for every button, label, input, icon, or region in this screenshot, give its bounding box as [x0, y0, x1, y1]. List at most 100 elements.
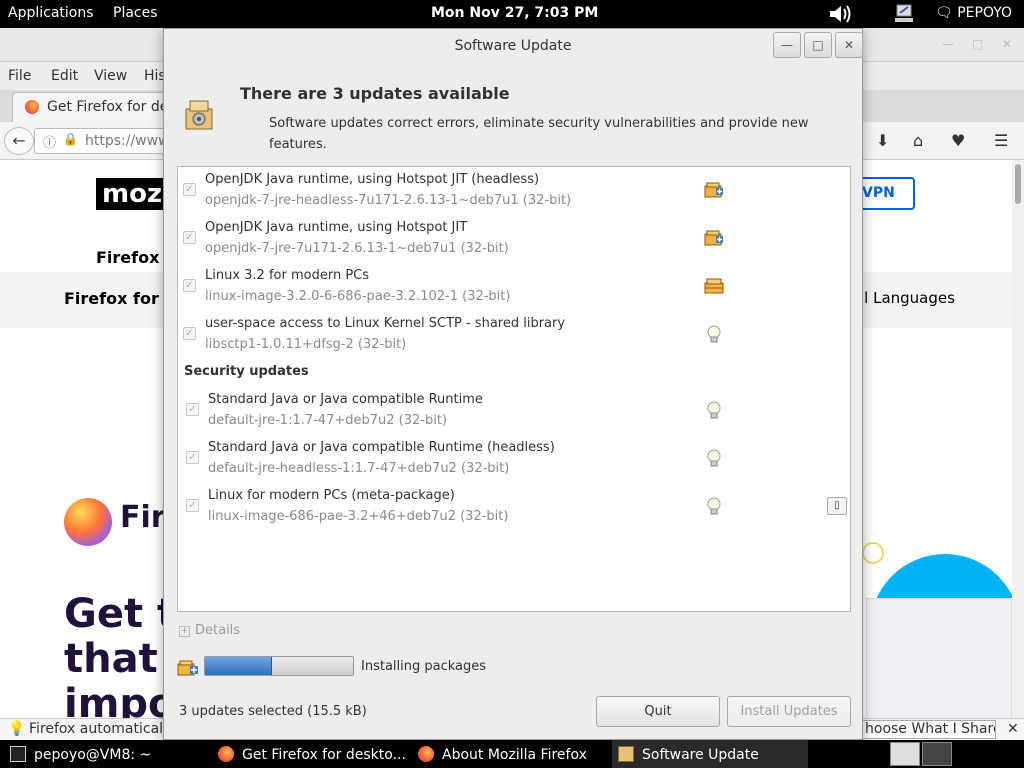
taskbar-label: Get Firefox for deskto... — [242, 747, 406, 763]
update-package: libsctp1-1.0.11+dfsg-2 (32-bit) — [205, 337, 407, 352]
update-package: default-jre-headless-1:1.7-47+deb7u2 (32… — [208, 461, 510, 476]
close-icon[interactable]: ✕ — [1002, 37, 1012, 51]
page-scrollbar[interactable] — [1012, 160, 1024, 740]
dialog-title: Software Update — [454, 38, 572, 54]
lightbulb-icon — [707, 401, 721, 419]
volume-icon[interactable] — [828, 3, 854, 25]
update-info-button[interactable]: ▯ — [827, 497, 847, 515]
security-updates-heading: Security updates — [184, 364, 309, 379]
home-icon[interactable]: ⌂ — [913, 131, 923, 150]
package-icon — [704, 278, 724, 294]
selection-summary: 3 updates selected (15.5 kB) — [179, 704, 367, 719]
pocket-icon[interactable]: ♥ — [951, 131, 965, 150]
taskbar-item-about-firefox[interactable]: About Mozilla Firefox — [412, 740, 608, 768]
lightbulb-icon — [707, 497, 721, 515]
lightbulb-icon — [707, 325, 721, 343]
install-progress-bar — [204, 656, 354, 676]
scrollbar-thumb[interactable] — [1015, 164, 1021, 204]
update-package: openjdk-7-jre-headless-7u171-2.6.13-1~de… — [205, 193, 572, 208]
notification-icon: 💡 — [8, 721, 26, 737]
update-checkbox[interactable]: ✓ — [186, 499, 199, 512]
hamburger-menu-icon[interactable]: ☰ — [994, 131, 1008, 150]
update-package: default-jre-1:1.7-47+deb7u2 (32-bit) — [208, 413, 447, 428]
lightbulb-icon — [707, 449, 721, 467]
user-name: PEPOYO — [957, 5, 1013, 21]
hero-screenshot — [866, 598, 1012, 718]
lock-icon: 🔒 — [63, 132, 78, 146]
taskbar-item-software-update[interactable]: Software Update — [612, 740, 808, 768]
update-package: linux-image-3.2.0-6-686-pae-3.2.102-1 (3… — [205, 289, 511, 304]
software-update-icon — [618, 746, 634, 762]
updates-list: ✓ OpenJDK Java runtime, using Hotspot JI… — [177, 166, 851, 612]
package-add-icon — [704, 230, 723, 246]
user-menu[interactable]: 🗨 PEPOYO — [935, 5, 1012, 21]
updates-heading: There are 3 updates available — [240, 84, 510, 103]
workspace-switcher-1[interactable] — [890, 742, 920, 766]
update-checkbox[interactable]: ✓ — [186, 403, 199, 416]
list-item[interactable]: ✓ OpenJDK Java runtime, using Hotspot JI… — [178, 215, 850, 263]
taskbar-label: Software Update — [642, 747, 759, 763]
install-updates-button[interactable]: Install Updates — [727, 696, 851, 727]
taskbar-item-firefox[interactable]: Get Firefox for deskto... — [212, 740, 408, 768]
update-name: OpenJDK Java runtime, using Hotspot JIT — [205, 220, 468, 235]
software-update-dialog: Software Update — □ ✕ There are 3 update… — [163, 28, 863, 740]
places-menu[interactable]: Places — [113, 5, 158, 21]
expand-icon: + — [179, 626, 190, 637]
back-button[interactable]: ← — [4, 127, 34, 155]
menu-edit[interactable]: Edit — [51, 68, 78, 84]
chat-icon: 🗨 — [935, 5, 953, 21]
update-package: linux-image-686-pae-3.2+46+deb7u2 (32-bi… — [208, 509, 509, 524]
minimize-icon[interactable]: — — [942, 37, 954, 51]
close-button[interactable]: ✕ — [835, 32, 863, 58]
workspace-switcher-2[interactable] — [922, 742, 952, 766]
info-icon[interactable]: ⓘ — [43, 132, 56, 151]
notification-text: Firefox automatically — [29, 721, 176, 737]
firefox-for-desktop-label: Firefox for D — [64, 289, 178, 308]
firefox-icon — [418, 746, 434, 762]
package-add-icon — [704, 182, 723, 198]
download-icon[interactable]: ⬇ — [876, 131, 889, 150]
decorative-ring — [862, 542, 884, 564]
maximize-icon[interactable]: □ — [972, 37, 983, 51]
network-icon[interactable] — [893, 3, 915, 25]
list-item[interactable]: ✓ OpenJDK Java runtime, using Hotspot JI… — [178, 167, 850, 215]
update-package: openjdk-7-jre-7u171-2.6.13-1~deb7u1 (32-… — [205, 241, 509, 256]
list-item[interactable]: ✓ user-space access to Linux Kernel SCTP… — [178, 311, 850, 359]
url-bar[interactable]: ⓘ 🔒 https://www — [34, 128, 174, 154]
taskbar-label: About Mozilla Firefox — [442, 747, 587, 763]
tab-get-firefox[interactable]: Get Firefox for de — [12, 92, 172, 122]
details-expander[interactable]: + Details — [179, 623, 240, 638]
updates-description: Software updates correct errors, elimina… — [269, 116, 809, 152]
mozilla-logo[interactable]: moz — [96, 178, 166, 210]
software-update-icon — [185, 100, 213, 130]
tab-title: Get Firefox for de — [47, 99, 169, 115]
update-name: user-space access to Linux Kernel SCTP -… — [205, 316, 566, 331]
update-checkbox[interactable]: ✓ — [183, 231, 196, 244]
list-item[interactable]: ✓ Linux for modern PCs (meta-package) li… — [178, 483, 850, 531]
update-checkbox[interactable]: ✓ — [183, 327, 196, 340]
terminal-icon — [10, 746, 26, 762]
all-languages-link[interactable]: ll Languages — [860, 289, 955, 307]
update-name: Linux for modern PCs (meta-package) — [208, 488, 455, 503]
applications-menu[interactable]: Applications — [8, 5, 94, 21]
firefox-icon — [25, 100, 39, 114]
update-checkbox[interactable]: ✓ — [183, 279, 196, 292]
clock[interactable]: Mon Nov 27, 7:03 PM — [431, 5, 598, 21]
close-icon[interactable]: ✕ — [1007, 721, 1019, 737]
menu-view[interactable]: View — [94, 68, 127, 84]
firefox-icon — [218, 746, 234, 762]
choose-what-i-share-button[interactable]: hoose What I Share — [862, 720, 996, 739]
update-checkbox[interactable]: ✓ — [186, 451, 199, 464]
taskbar-item-terminal[interactable]: pepoyo@VM8: ~ — [10, 740, 200, 768]
list-item[interactable]: ✓ Standard Java or Java compatible Runti… — [178, 435, 850, 483]
progress-label: Installing packages — [361, 659, 487, 674]
menu-file[interactable]: File — [8, 68, 31, 84]
quit-button[interactable]: Quit — [596, 696, 720, 727]
minimize-button[interactable]: — — [773, 32, 801, 58]
taskbar: pepoyo@VM8: ~ Get Firefox for deskto... … — [0, 740, 1024, 768]
update-name: Standard Java or Java compatible Runtime… — [208, 440, 555, 455]
list-item[interactable]: ✓ Linux 3.2 for modern PCs linux-image-3… — [178, 263, 850, 311]
maximize-button[interactable]: □ — [804, 32, 832, 58]
update-checkbox[interactable]: ✓ — [183, 183, 196, 196]
list-item[interactable]: ✓ Standard Java or Java compatible Runti… — [178, 387, 850, 435]
